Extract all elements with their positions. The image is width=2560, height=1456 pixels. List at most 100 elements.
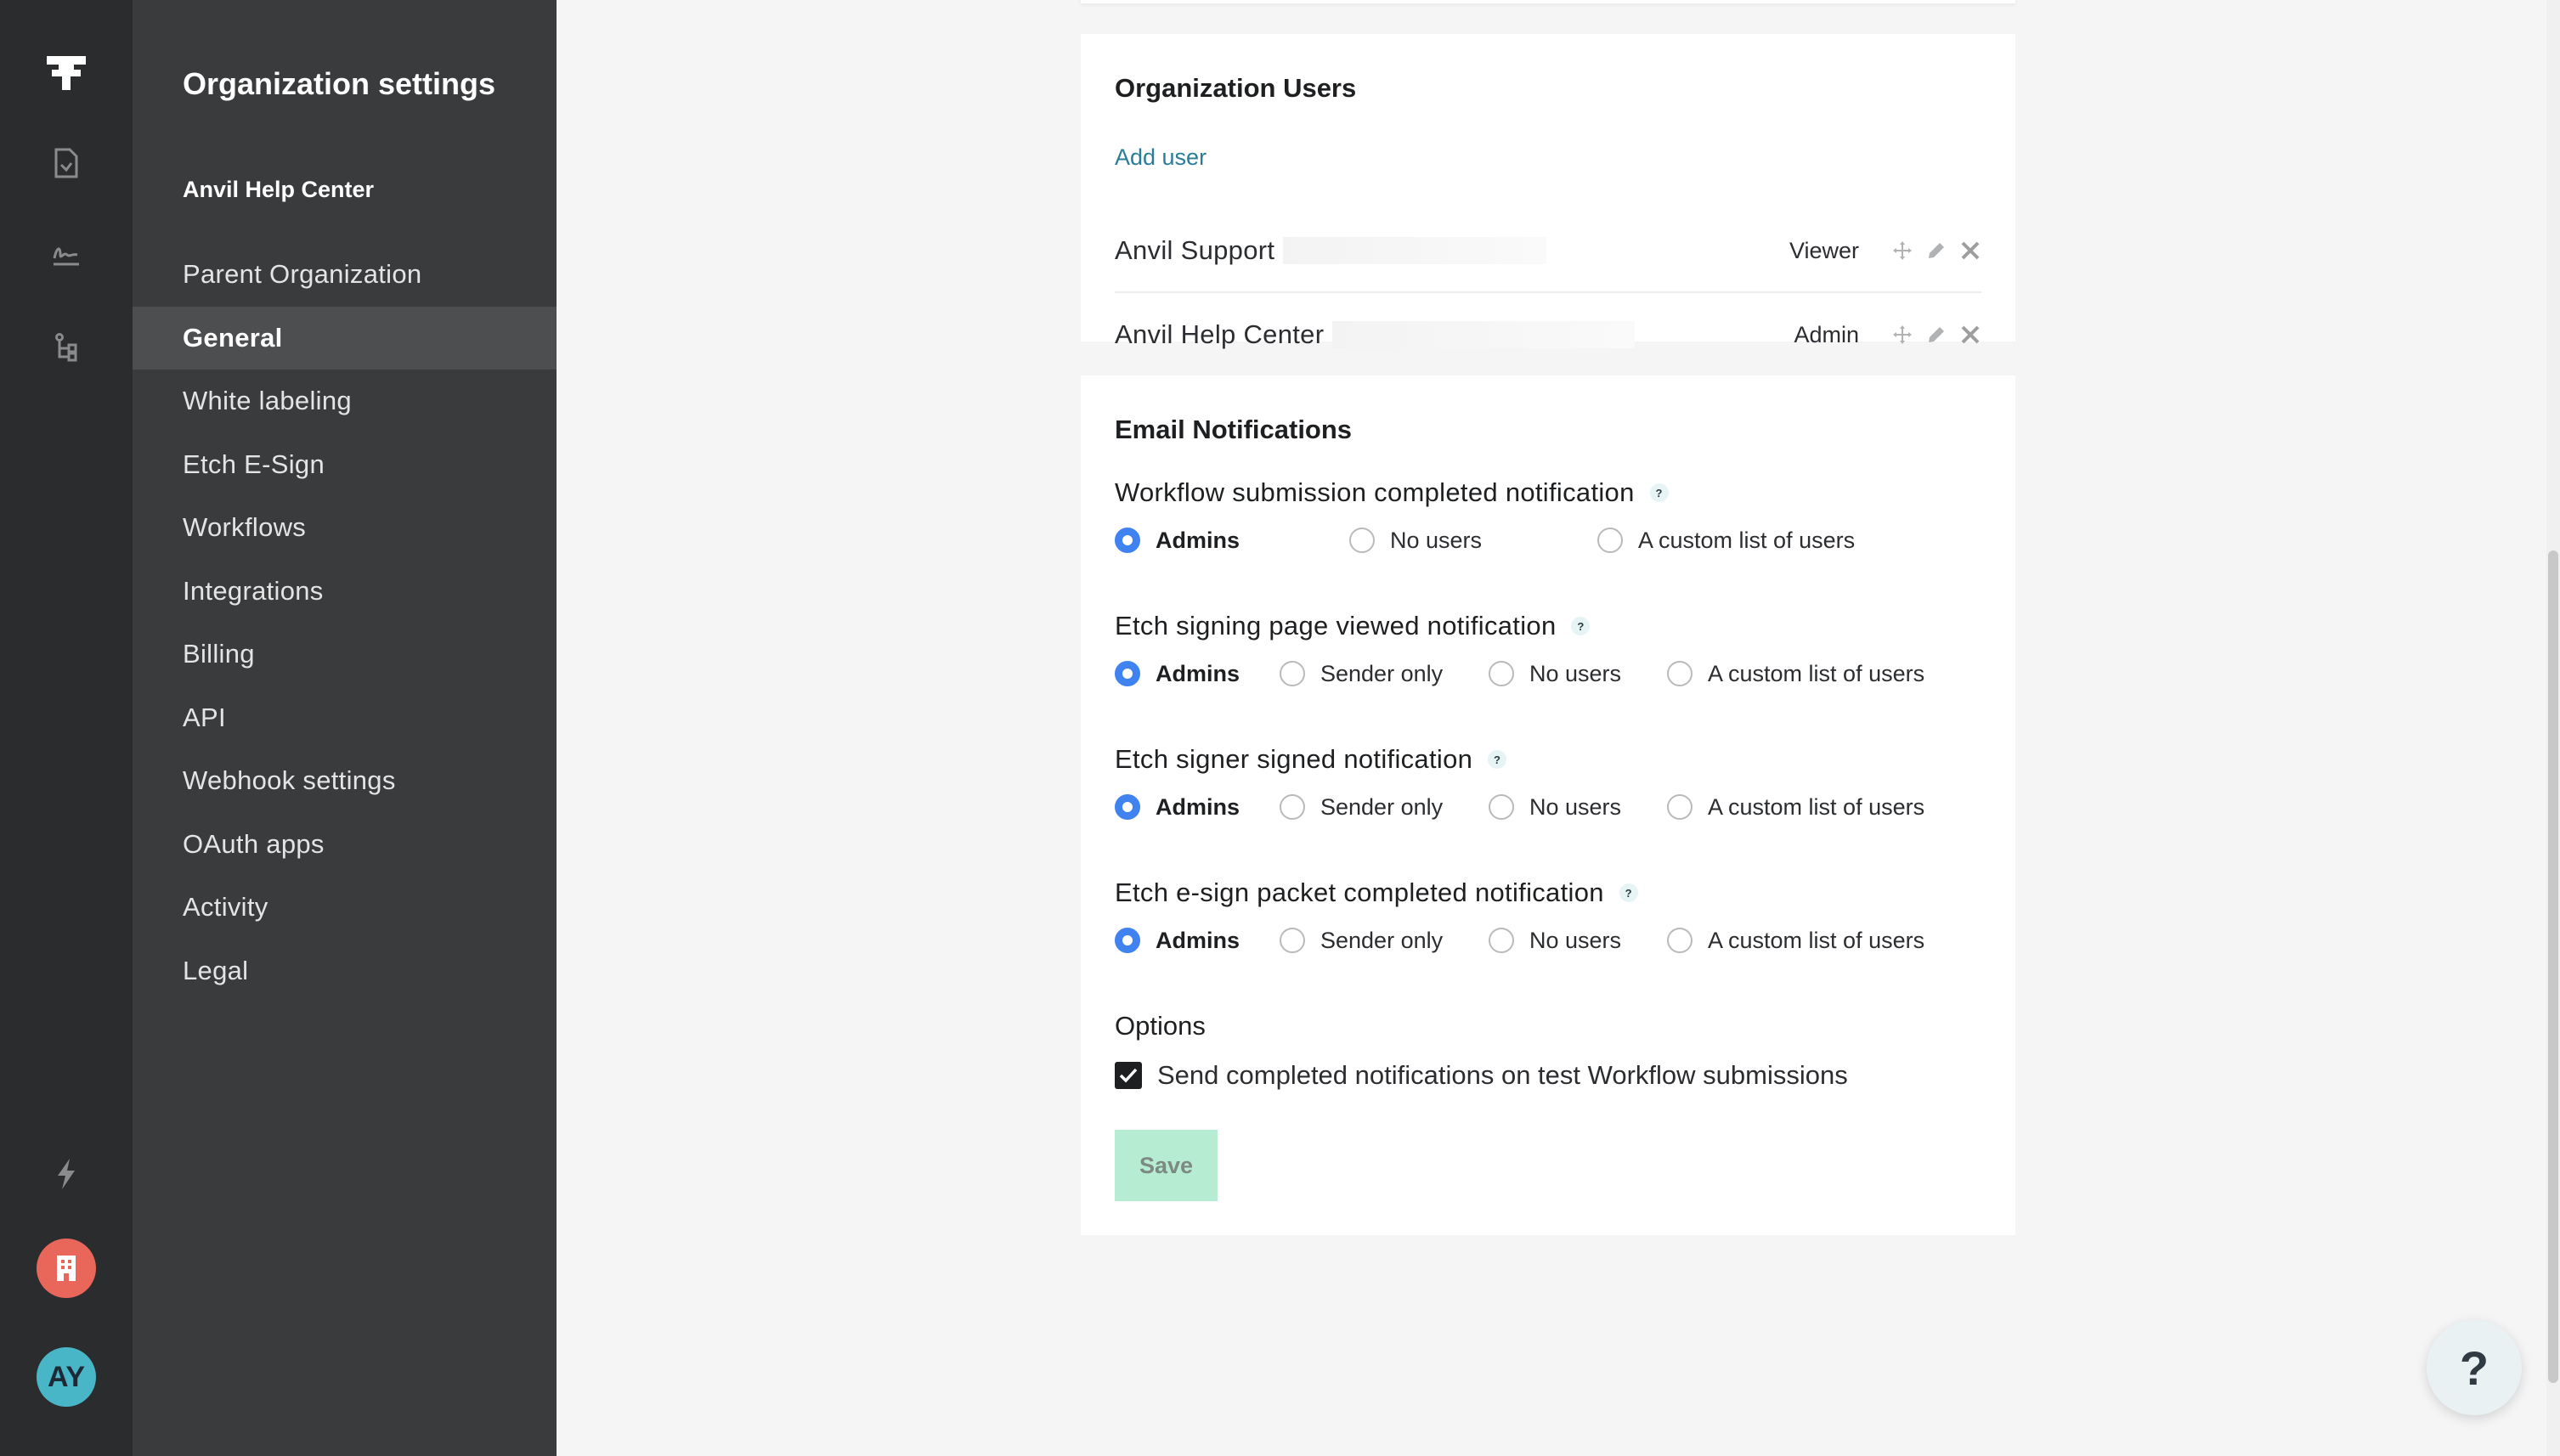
page-scrollbar[interactable] (2546, 0, 2560, 1456)
notification-label-text: Etch signing page viewed notification (1115, 611, 1557, 641)
radio-indicator[interactable] (1280, 661, 1305, 686)
user-avatar[interactable]: AY (37, 1347, 96, 1407)
user-row: Anvil Help Center Admin (1115, 293, 1981, 376)
edit-icon[interactable] (1925, 324, 1947, 346)
organization-users-card: Organization Users Add user Anvil Suppor… (1081, 34, 2015, 349)
radio-selected-indicator[interactable] (1115, 528, 1140, 553)
organization-name: Anvil Help Center (183, 177, 375, 202)
notification-label: Workflow submission completed notificati… (1115, 477, 1998, 508)
radio-indicator[interactable] (1489, 661, 1514, 686)
radio-admins[interactable]: Admins (1115, 661, 1280, 687)
radio-indicator[interactable] (1489, 928, 1514, 953)
radio-group: Admins No users A custom list of users (1115, 525, 1998, 556)
sidebar-item-general[interactable]: General (133, 306, 557, 370)
test-submissions-option: Send completed notifications on test Wor… (1115, 1060, 1848, 1091)
radio-sender-only[interactable]: Sender only (1280, 928, 1489, 954)
sidebar-item-workflows[interactable]: Workflows (133, 496, 557, 560)
radio-no-users[interactable]: No users (1489, 794, 1667, 821)
user-role: Admin (1794, 321, 1859, 347)
move-icon[interactable] (1891, 240, 1913, 262)
icon-rail: AY (0, 0, 133, 1456)
radio-indicator[interactable] (1667, 794, 1693, 820)
help-icon[interactable]: ? (1571, 617, 1591, 635)
sidebar-item-legal[interactable]: Legal (133, 940, 557, 1003)
radio-custom-list[interactable]: A custom list of users (1667, 661, 1924, 687)
radio-custom-list[interactable]: A custom list of users (1667, 928, 1924, 954)
radio-group: Admins Sender only No users A custom lis… (1115, 925, 1998, 956)
notification-label-text: Workflow submission completed notificati… (1115, 477, 1635, 507)
radio-indicator[interactable] (1667, 661, 1693, 686)
radio-indicator[interactable] (1349, 528, 1375, 553)
add-user-link[interactable]: Add user (1115, 144, 1207, 171)
radio-no-users[interactable]: No users (1489, 928, 1667, 954)
sidebar-item-webhook-settings[interactable]: Webhook settings (133, 749, 557, 813)
radio-indicator[interactable] (1667, 928, 1693, 953)
sidebar-item-api[interactable]: API (133, 686, 557, 750)
radio-selected-indicator[interactable] (1115, 794, 1140, 820)
remove-icon[interactable] (1959, 324, 1981, 346)
settings-nav: Parent Organization General White labeli… (133, 243, 557, 1002)
test-submissions-label: Send completed notifications on test Wor… (1157, 1060, 1848, 1090)
radio-admins[interactable]: Admins (1115, 928, 1280, 954)
user-name: Anvil Support (1115, 235, 1275, 265)
test-submissions-checkbox[interactable] (1115, 1062, 1142, 1089)
user-role: Viewer (1789, 237, 1859, 263)
help-icon[interactable]: ? (1488, 750, 1507, 769)
radio-admins[interactable]: Admins (1115, 528, 1349, 554)
radio-custom-list[interactable]: A custom list of users (1597, 528, 1855, 554)
sidebar-item-activity[interactable]: Activity (133, 876, 557, 940)
email-notifications-title: Email Notifications (1115, 415, 1353, 444)
anvil-logo-icon[interactable] (45, 54, 88, 92)
notification-group: Workflow submission completed notificati… (1115, 477, 1998, 556)
lightning-icon[interactable] (54, 1157, 78, 1191)
radio-indicator[interactable] (1280, 928, 1305, 953)
radio-no-users[interactable]: No users (1349, 528, 1597, 554)
edit-icon[interactable] (1925, 240, 1947, 262)
sidebar-item-billing[interactable]: Billing (133, 623, 557, 686)
notification-label-text: Etch signer signed notification (1115, 744, 1473, 774)
notification-group: Etch e-sign packet completed notificatio… (1115, 878, 1998, 956)
organization-users-title: Organization Users (1115, 73, 1357, 103)
user-row: Anvil Support Viewer (1115, 210, 1981, 293)
document-icon[interactable] (54, 148, 79, 178)
radio-sender-only[interactable]: Sender only (1280, 661, 1489, 687)
radio-sender-only[interactable]: Sender only (1280, 794, 1489, 821)
sidebar-item-integrations[interactable]: Integrations (133, 560, 557, 624)
previous-card-edge (1081, 0, 2015, 3)
radio-admins[interactable]: Admins (1115, 794, 1280, 821)
options-title: Options (1115, 1011, 1206, 1041)
notification-group: Etch signing page viewed notification ? … (1115, 611, 1998, 689)
notification-group: Etch signer signed notification ? Admins… (1115, 744, 1998, 822)
scrollbar-thumb[interactable] (2548, 550, 2558, 1383)
redacted-email (1332, 321, 1636, 348)
building-icon (57, 1256, 76, 1281)
organization-badge[interactable] (37, 1239, 96, 1298)
notification-label: Etch e-sign packet completed notificatio… (1115, 878, 1998, 908)
sidebar-title: Organization settings (183, 66, 496, 101)
help-icon[interactable]: ? (1619, 883, 1638, 902)
notification-label-text: Etch e-sign packet completed notificatio… (1115, 878, 1604, 907)
move-icon[interactable] (1891, 324, 1913, 346)
radio-indicator[interactable] (1280, 794, 1305, 820)
redacted-email (1283, 237, 1547, 264)
settings-sidebar: Organization settings Anvil Help Center … (133, 0, 557, 1456)
radio-indicator[interactable] (1489, 794, 1514, 820)
radio-selected-indicator[interactable] (1115, 928, 1140, 953)
radio-custom-list[interactable]: A custom list of users (1667, 794, 1924, 821)
radio-indicator[interactable] (1597, 528, 1623, 553)
help-icon[interactable]: ? (1649, 483, 1669, 502)
user-name: Anvil Help Center (1115, 319, 1325, 349)
remove-icon[interactable] (1959, 240, 1981, 262)
signature-icon[interactable] (52, 243, 81, 267)
workflow-tree-icon[interactable] (54, 333, 78, 362)
radio-selected-indicator[interactable] (1115, 661, 1140, 686)
save-button[interactable]: Save (1115, 1130, 1218, 1201)
sidebar-item-etch-e-sign[interactable]: Etch E-Sign (133, 433, 557, 497)
sidebar-item-parent-organization[interactable]: Parent Organization (133, 243, 557, 307)
sidebar-item-oauth-apps[interactable]: OAuth apps (133, 813, 557, 877)
sidebar-item-white-labeling[interactable]: White labeling (133, 370, 557, 433)
notification-label: Etch signing page viewed notification ? (1115, 611, 1998, 641)
help-button[interactable]: ? (2427, 1320, 2522, 1415)
notification-label: Etch signer signed notification ? (1115, 744, 1998, 775)
radio-no-users[interactable]: No users (1489, 661, 1667, 687)
